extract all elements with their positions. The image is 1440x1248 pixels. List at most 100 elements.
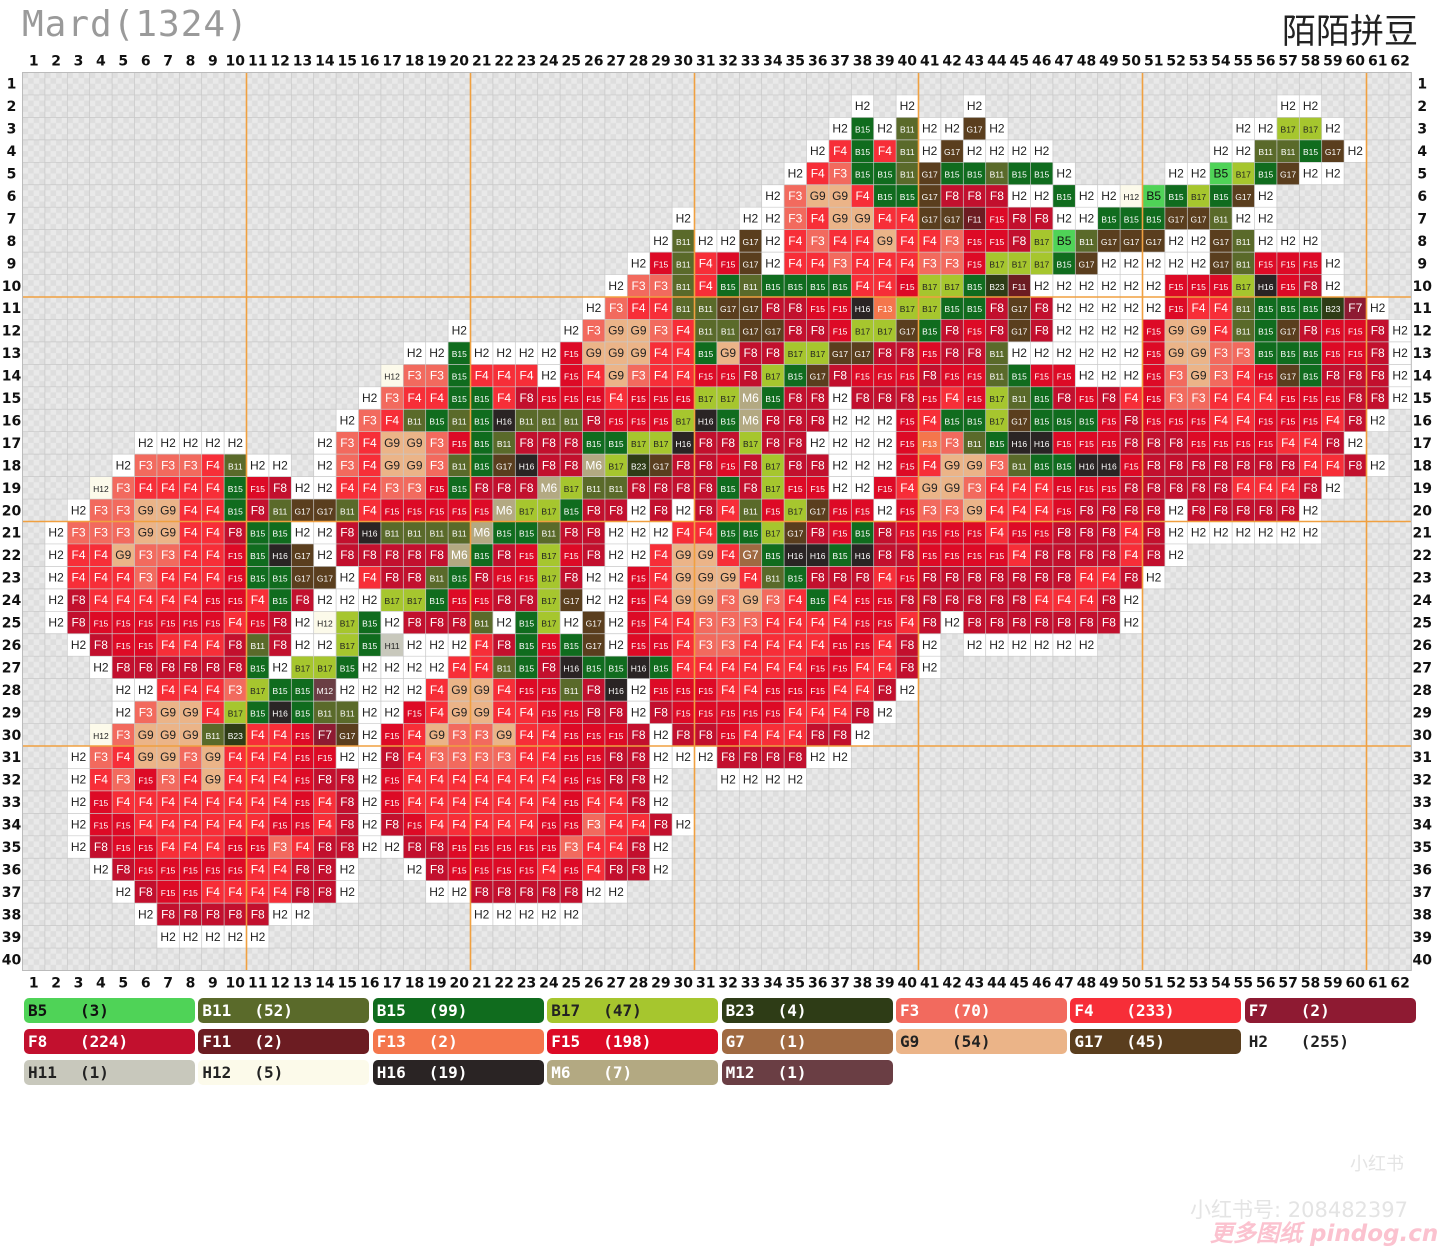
svg-text:B17: B17 [295,663,310,673]
svg-text:F15: F15 [1079,484,1094,494]
bead-F3: F3 [470,746,493,769]
bead-H2: H2 [1097,274,1121,297]
svg-text:F3: F3 [967,481,981,495]
bead-F4: F4 [201,476,225,500]
bead-F15: F15 [1052,364,1076,387]
bead-F15: F15 [448,835,471,859]
svg-text:F8: F8 [183,907,197,921]
svg-text:H2: H2 [1079,324,1095,338]
bead-B15: B15 [492,521,516,544]
bead-F4: F4 [1299,431,1322,455]
bead-G9: G9 [156,746,180,769]
bead-F4: F4 [246,813,269,836]
svg-text:F15: F15 [654,641,669,651]
svg-text:B17: B17 [1236,282,1251,292]
svg-text:G9: G9 [675,571,691,585]
bead-F4: F4 [627,813,650,836]
bead-F8: F8 [336,521,359,544]
svg-text:F8: F8 [340,773,354,787]
bead-F15: F15 [291,813,314,836]
svg-text:B15: B15 [474,394,489,404]
svg-text:F8: F8 [788,436,802,450]
svg-text:H2: H2 [564,616,580,630]
svg-text:F8: F8 [699,436,713,450]
svg-text:F4: F4 [206,885,220,899]
bead-F8: F8 [582,521,605,544]
svg-text:F4: F4 [363,571,377,585]
svg-text:B15: B15 [586,439,601,449]
bead-H16: H16 [358,521,381,544]
svg-text:F8: F8 [811,728,825,742]
svg-text:F8: F8 [811,324,825,338]
bead-B11: B11 [672,229,695,253]
svg-text:B17: B17 [541,619,556,629]
svg-text:G17: G17 [1146,237,1162,247]
svg-text:H2: H2 [1392,391,1408,405]
row-number: 25 [2,616,21,632]
svg-text:H16: H16 [496,416,512,426]
svg-text:F8: F8 [139,885,153,899]
svg-text:B15: B15 [228,506,243,516]
bead-B15: B15 [1030,409,1053,432]
row-number: 16 [1413,413,1432,429]
bead-F8: F8 [940,341,964,365]
column-number: 4 [96,976,106,992]
column-number: 59 [1323,976,1342,992]
bead-H2: H2 [1232,207,1255,230]
svg-text:F4: F4 [385,413,399,427]
bead-F15: F15 [806,678,829,702]
svg-text:H2: H2 [496,346,512,360]
bead-G9: G9 [448,701,471,724]
bead-M6: M6 [739,409,762,432]
bead-B15: B15 [1276,297,1300,320]
bead-H2: H2 [806,746,829,769]
bead-B15: B15 [1299,297,1322,320]
column-number: 14 [315,976,335,992]
svg-text:F8: F8 [1348,391,1362,405]
svg-text:H2: H2 [608,571,624,585]
svg-text:M6: M6 [742,391,759,405]
svg-text:B15: B15 [1281,349,1296,359]
bead-F15: F15 [179,858,202,881]
bead-B11: B11 [515,409,538,432]
bead-F4: F4 [179,633,202,657]
bead-H2: H2 [336,588,359,612]
svg-text:F4: F4 [519,818,533,832]
bead-H2: H2 [425,633,449,657]
column-number: 14 [315,54,335,70]
legend-count: (2) [1300,1001,1330,1020]
svg-text:F8: F8 [452,616,466,630]
svg-text:B11: B11 [1281,147,1296,157]
svg-text:H2: H2 [832,481,848,495]
bead-F8: F8 [1120,499,1143,522]
bead-H12: H12 [1120,184,1143,208]
bead-F8: F8 [1008,611,1031,634]
svg-text:F8: F8 [631,773,645,787]
svg-text:H2: H2 [1146,256,1162,270]
svg-text:F15: F15 [295,731,310,741]
svg-text:H16: H16 [788,551,804,561]
svg-text:H2: H2 [340,862,356,876]
bead-F15: F15 [492,835,516,859]
svg-text:H2: H2 [877,503,893,517]
svg-text:F15: F15 [1303,416,1318,426]
bead-F8: F8 [896,633,919,657]
bead-H2: H2 [604,274,628,297]
svg-text:F15: F15 [542,686,557,696]
bead-F8: F8 [1344,454,1367,477]
svg-text:H2: H2 [272,660,288,674]
svg-text:G9: G9 [630,346,646,360]
bead-F8: F8 [403,566,426,589]
bead-F15: F15 [112,633,135,657]
bead-F15: F15 [291,746,314,769]
legend-code: F8 [28,1032,48,1052]
svg-text:F15: F15 [878,372,893,382]
bead-M6: M6 [582,454,605,477]
row-number: 7 [7,211,17,227]
svg-text:H2: H2 [944,616,960,630]
bead-F8: F8 [1097,386,1121,410]
bead-F15: F15 [896,274,919,297]
svg-text:F15: F15 [1102,439,1117,449]
svg-text:F4: F4 [273,750,287,764]
bead-F4: F4 [806,252,829,275]
